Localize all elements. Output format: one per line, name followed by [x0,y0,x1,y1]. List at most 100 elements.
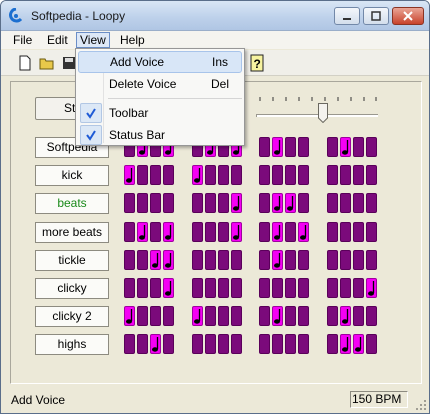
step-cell[interactable] [150,193,161,213]
step-cell[interactable] [192,222,203,242]
step-cell[interactable] [205,250,216,270]
step-cell[interactable] [218,193,229,213]
step-cell[interactable] [272,278,283,298]
step-cell[interactable] [353,193,364,213]
step-cell[interactable] [327,137,338,157]
step-cell[interactable] [150,250,161,270]
step-cell[interactable] [285,278,296,298]
step-cell[interactable] [150,222,161,242]
step-cell[interactable] [259,137,270,157]
view-menu-toolbar[interactable]: Toolbar [78,102,242,124]
menu-file[interactable]: File [10,32,35,48]
step-cell[interactable] [272,193,283,213]
help-button[interactable]: ? [247,53,267,73]
step-cell[interactable] [272,165,283,185]
voice-button[interactable]: kick [35,165,109,186]
step-cell[interactable] [340,306,351,326]
step-cell[interactable] [366,165,377,185]
step-cell[interactable] [192,306,203,326]
step-cell[interactable] [231,278,242,298]
step-cell[interactable] [231,165,242,185]
step-cell[interactable] [218,334,229,354]
step-cell[interactable] [353,137,364,157]
step-cell[interactable] [163,250,174,270]
step-cell[interactable] [298,250,309,270]
step-cell[interactable] [137,278,148,298]
step-cell[interactable] [298,193,309,213]
step-cell[interactable] [163,306,174,326]
view-menu-delete-voice[interactable]: Delete Voice Del [78,73,242,95]
step-cell[interactable] [298,137,309,157]
step-cell[interactable] [272,334,283,354]
step-cell[interactable] [150,278,161,298]
step-cell[interactable] [124,278,135,298]
voice-button[interactable]: beats [35,193,109,214]
step-cell[interactable] [205,165,216,185]
voice-button[interactable]: highs [35,334,109,355]
step-cell[interactable] [298,222,309,242]
step-cell[interactable] [231,306,242,326]
step-cell[interactable] [285,334,296,354]
step-cell[interactable] [231,222,242,242]
menu-edit[interactable]: Edit [44,32,71,48]
step-cell[interactable] [285,306,296,326]
step-cell[interactable] [192,334,203,354]
step-cell[interactable] [340,193,351,213]
step-cell[interactable] [272,306,283,326]
step-cell[interactable] [231,193,242,213]
step-cell[interactable] [327,193,338,213]
view-menu-status-bar[interactable]: Status Bar [78,124,242,146]
tempo-slider[interactable] [256,114,378,117]
step-cell[interactable] [272,222,283,242]
step-cell[interactable] [366,278,377,298]
step-cell[interactable] [259,193,270,213]
step-cell[interactable] [205,306,216,326]
step-cell[interactable] [353,278,364,298]
step-cell[interactable] [124,334,135,354]
step-cell[interactable] [150,334,161,354]
step-cell[interactable] [285,137,296,157]
step-cell[interactable] [124,306,135,326]
step-cell[interactable] [298,278,309,298]
step-cell[interactable] [137,250,148,270]
step-cell[interactable] [205,222,216,242]
step-cell[interactable] [327,278,338,298]
title-bar[interactable]: Softpedia - Loopy [1,1,429,31]
step-cell[interactable] [272,250,283,270]
step-cell[interactable] [124,250,135,270]
step-cell[interactable] [218,165,229,185]
maximize-button[interactable] [363,7,389,25]
minimize-button[interactable] [334,7,360,25]
step-cell[interactable] [366,250,377,270]
step-cell[interactable] [340,165,351,185]
step-cell[interactable] [327,222,338,242]
step-cell[interactable] [340,250,351,270]
step-cell[interactable] [192,165,203,185]
close-button[interactable] [392,7,424,25]
step-cell[interactable] [163,193,174,213]
step-cell[interactable] [366,334,377,354]
step-cell[interactable] [353,334,364,354]
step-cell[interactable] [298,165,309,185]
step-cell[interactable] [327,250,338,270]
step-cell[interactable] [353,222,364,242]
step-cell[interactable] [259,250,270,270]
step-cell[interactable] [150,306,161,326]
view-menu-add-voice[interactable]: Add Voice Ins [78,51,242,73]
step-cell[interactable] [205,334,216,354]
step-cell[interactable] [366,222,377,242]
step-cell[interactable] [285,250,296,270]
step-cell[interactable] [231,250,242,270]
tempo-slider-thumb[interactable] [318,103,328,123]
voice-button[interactable]: clicky 2 [35,306,109,327]
step-cell[interactable] [150,165,161,185]
step-cell[interactable] [259,165,270,185]
voice-button[interactable]: clicky [35,278,109,299]
step-cell[interactable] [353,306,364,326]
step-cell[interactable] [366,137,377,157]
step-cell[interactable] [163,278,174,298]
step-cell[interactable] [205,193,216,213]
menu-help[interactable]: Help [117,32,148,48]
resize-grip-icon[interactable] [415,399,427,411]
menu-view[interactable]: View [76,32,110,48]
